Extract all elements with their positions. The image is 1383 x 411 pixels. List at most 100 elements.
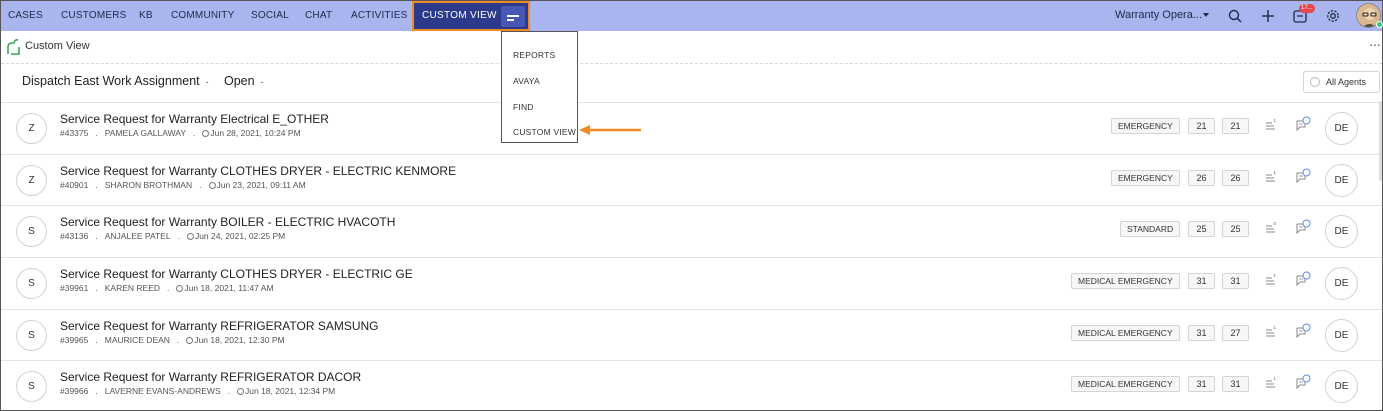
thread-count-icon[interactable]: 1 (1265, 273, 1277, 287)
clock-icon (186, 233, 194, 240)
chevron-down-icon: - (260, 77, 264, 87)
ticket-number[interactable]: #39965 (60, 335, 88, 345)
agent-filter[interactable]: All Agents (1303, 71, 1380, 93)
count-badge: 31 (1188, 325, 1215, 341)
priority-badge: MEDICAL EMERGENCY (1071, 325, 1180, 341)
chevron-down-icon: - (205, 77, 209, 87)
modules-dropdown-menu: REPORTS AVAYA FIND CUSTOM VIEW (501, 31, 578, 143)
agent-icon (1310, 77, 1320, 87)
ticket-meta: #40901. SHARON BROTHMAN. Jun 23, 2021, 09:… (60, 180, 306, 190)
contact-avatar[interactable]: S (16, 320, 47, 351)
thread-count-icon[interactable]: 1 (1265, 170, 1277, 184)
ticket-meta: #39965. MAURICE DEAN. Jun 18, 2021, 12:30 … (60, 335, 285, 345)
thread-count: 0 (1274, 221, 1277, 226)
ticket-meta: #39961. KAREN REED. Jun 18, 2021, 11:47 AM (60, 283, 274, 293)
ticket-subject[interactable]: Service Request for Warranty CLOTHES DRY… (60, 267, 413, 281)
ticket-subject[interactable]: Service Request for Warranty CLOTHES DRY… (60, 164, 456, 178)
nav-tab-custom-view-label: CUSTOM VIEW (422, 10, 497, 21)
ticket-row[interactable]: S Service Request for Warranty REFRIGERAT… (1, 360, 1382, 411)
thread-count-icon[interactable]: 1 (1265, 376, 1277, 390)
chevron-down-icon[interactable] (1203, 13, 1209, 17)
assignee-avatar[interactable]: DE (1325, 112, 1358, 145)
ticket-meta: #43375. PAMELA GALLAWAY. Jun 28, 2021, 10:… (60, 128, 301, 138)
separator: . (176, 335, 180, 345)
ticket-number[interactable]: #43136 (60, 231, 88, 241)
ticket-row[interactable]: S Service Request for Warranty CLOTHES DR… (1, 257, 1382, 309)
separator: . (167, 283, 170, 293)
search-icon[interactable] (1227, 8, 1243, 24)
conversation-icon[interactable] (1295, 323, 1311, 339)
conversation-icon[interactable] (1295, 116, 1311, 132)
assignee-avatar[interactable]: DE (1325, 267, 1358, 300)
view-selector[interactable]: Dispatch East Work Assignment - (22, 74, 209, 88)
contact-avatar[interactable]: S (16, 371, 47, 402)
scrollbar[interactable] (1379, 101, 1382, 181)
ticket-subject[interactable]: Service Request for Warranty REFRIGERATO… (60, 370, 361, 384)
nav-tab-community[interactable]: COMMUNITY (171, 1, 234, 31)
ticket-subject[interactable]: Service Request for Warranty Electrical … (60, 112, 329, 126)
more-options-icon[interactable]: ··· (1369, 36, 1381, 52)
thread-count-icon[interactable]: 1 (1265, 325, 1277, 339)
thread-count-icon[interactable]: 1 (1265, 118, 1277, 132)
contact-name[interactable]: SHARON BROTHMAN (105, 180, 192, 190)
online-status-dot (1376, 21, 1383, 28)
more-modules-menu-icon[interactable] (501, 6, 525, 27)
assignee-avatar[interactable]: DE (1325, 215, 1358, 248)
menu-item-reports[interactable]: REPORTS (513, 50, 555, 60)
top-navigation: CASES CUSTOMERS KB COMMUNITY SOCIAL CHAT… (1, 1, 1383, 31)
add-icon[interactable] (1260, 8, 1276, 24)
count-badge: 26 (1188, 170, 1215, 186)
conversation-icon[interactable] (1295, 168, 1311, 184)
ticket-number[interactable]: #40901 (60, 180, 88, 190)
ticket-row[interactable]: S Service Request for Warranty BOILER - E… (1, 205, 1382, 257)
contact-name[interactable]: PAMELA GALLAWAY (105, 128, 186, 138)
contact-name[interactable]: LAVERNE EVANS-ANDREWS (105, 386, 221, 396)
nav-tab-social[interactable]: SOCIAL (251, 1, 289, 31)
ticket-date: Jun 28, 2021, 10:24 PM (210, 128, 301, 138)
count-badge: 31 (1188, 376, 1215, 392)
nav-tab-activities[interactable]: ACTIVITIES (351, 1, 407, 31)
status-selector[interactable]: Open - (224, 74, 264, 88)
count-badge: 31 (1188, 273, 1215, 289)
count-badge: 31 (1222, 273, 1249, 289)
department-selector[interactable]: Warranty Opera... (1115, 1, 1202, 31)
separator: . (95, 128, 98, 138)
nav-tab-cases[interactable]: CASES (8, 1, 43, 31)
menu-item-avaya[interactable]: AVAYA (513, 76, 540, 86)
gear-icon[interactable] (1325, 8, 1341, 24)
conversation-icon[interactable] (1295, 219, 1311, 235)
assignee-avatar[interactable]: DE (1325, 319, 1358, 352)
ticket-row[interactable]: Z Service Request for Warranty CLOTHES DR… (1, 154, 1382, 206)
conversation-icon[interactable] (1295, 271, 1311, 287)
conversation-icon[interactable] (1295, 374, 1311, 390)
separator: . (227, 386, 230, 396)
contact-avatar[interactable]: Z (16, 113, 47, 144)
separator: . (95, 283, 98, 293)
assignee-avatar[interactable]: DE (1325, 164, 1358, 197)
notification-badge: 17... (1299, 4, 1315, 13)
menu-item-custom-view[interactable]: CUSTOM VIEW (513, 127, 576, 137)
ticket-number[interactable]: #43375 (60, 128, 88, 138)
ticket-row[interactable]: S Service Request for Warranty REFRIGERAT… (1, 309, 1382, 361)
ticket-number[interactable]: #39966 (60, 386, 88, 396)
contact-avatar[interactable]: S (16, 216, 47, 247)
ticket-subject[interactable]: Service Request for Warranty BOILER - EL… (60, 215, 395, 229)
nav-tab-custom-view[interactable]: CUSTOM VIEW (412, 1, 530, 31)
contact-avatar[interactable]: Z (16, 165, 47, 196)
nav-tab-chat[interactable]: CHAT (305, 1, 332, 31)
nav-tab-kb[interactable]: KB (139, 1, 153, 31)
ticket-row[interactable]: Z Service Request for Warranty Electrical… (1, 102, 1382, 154)
thread-count-icon[interactable]: 0 (1265, 221, 1277, 235)
contact-name[interactable]: KAREN REED (105, 283, 160, 293)
contact-name[interactable]: ANJALEE PATEL (105, 231, 171, 241)
assignee-avatar[interactable]: DE (1325, 370, 1358, 403)
count-badge: 21 (1188, 118, 1215, 134)
nav-tab-customers[interactable]: CUSTOMERS (61, 1, 127, 31)
ticket-number[interactable]: #39961 (60, 283, 88, 293)
menu-item-find[interactable]: FIND (513, 102, 534, 112)
contact-name[interactable]: MAURICE DEAN (105, 335, 170, 345)
contact-avatar[interactable]: S (16, 268, 47, 299)
ticket-subject[interactable]: Service Request for Warranty REFRIGERATO… (60, 319, 379, 333)
count-badge: 25 (1188, 221, 1215, 237)
priority-badge: MEDICAL EMERGENCY (1071, 273, 1180, 289)
